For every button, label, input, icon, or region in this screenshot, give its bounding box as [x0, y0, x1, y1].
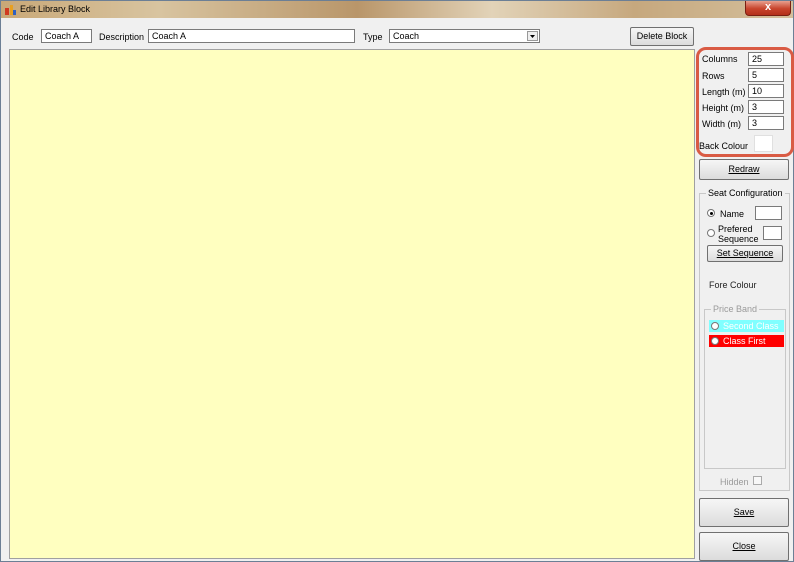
- fore-colour-label: Fore Colour: [709, 280, 757, 290]
- window-close-button[interactable]: x: [745, 1, 791, 16]
- class-first-label: Class First: [723, 336, 766, 346]
- seat-configuration-group: Seat Configuration Name Prefered Sequenc…: [699, 188, 790, 491]
- description-input[interactable]: Coach A: [148, 29, 355, 43]
- close-button[interactable]: Close: [699, 532, 789, 561]
- prefered-sequence-input[interactable]: [763, 226, 782, 240]
- redraw-button[interactable]: Redraw: [699, 159, 789, 180]
- app-icon: [5, 5, 16, 15]
- seat-configuration-title: Seat Configuration: [706, 188, 785, 198]
- price-band-item-class-first[interactable]: Class First: [709, 335, 784, 347]
- second-class-radio[interactable]: [711, 322, 719, 330]
- title-bar[interactable]: Edit Library Block x: [1, 1, 793, 18]
- set-sequence-label: Set Sequence: [716, 248, 774, 258]
- close-label: Close: [732, 541, 756, 551]
- name-input[interactable]: [755, 206, 782, 220]
- edit-library-block-window: Edit Library Block x Code Coach A Descri…: [0, 0, 794, 562]
- name-radio[interactable]: [707, 209, 715, 217]
- save-label: Save: [733, 507, 755, 517]
- name-label: Name: [720, 209, 745, 219]
- delete-block-label: Delete Block: [636, 31, 688, 41]
- hidden-checkbox[interactable]: [753, 476, 762, 485]
- save-button[interactable]: Save: [699, 498, 789, 527]
- price-band-item-second-class[interactable]: Second Class: [709, 320, 784, 332]
- delete-block-button[interactable]: Delete Block: [630, 27, 694, 46]
- description-label: Description: [99, 32, 145, 42]
- type-select[interactable]: Coach: [389, 29, 540, 43]
- price-band-group: Price Band Second Class Class First: [704, 304, 786, 469]
- price-band-title: Price Band: [711, 304, 760, 314]
- prefered-sequence-radio[interactable]: [707, 229, 715, 237]
- chevron-down-icon[interactable]: [527, 31, 538, 41]
- prefered-label: Prefered: [718, 224, 753, 234]
- sequence-label: Sequence: [718, 234, 759, 244]
- second-class-label: Second Class: [723, 321, 779, 331]
- window-title: Edit Library Block: [20, 4, 91, 14]
- highlight-annotation: [696, 47, 794, 157]
- set-sequence-button[interactable]: Set Sequence: [707, 245, 783, 262]
- redraw-label: Redraw: [728, 164, 760, 174]
- type-label: Type: [363, 32, 383, 42]
- hidden-label: Hidden: [720, 477, 749, 487]
- code-input[interactable]: Coach A: [41, 29, 92, 43]
- type-select-value: Coach: [393, 31, 420, 41]
- class-first-radio[interactable]: [711, 337, 719, 345]
- seat-layout-canvas[interactable]: [9, 49, 695, 559]
- code-label: Code: [12, 32, 34, 42]
